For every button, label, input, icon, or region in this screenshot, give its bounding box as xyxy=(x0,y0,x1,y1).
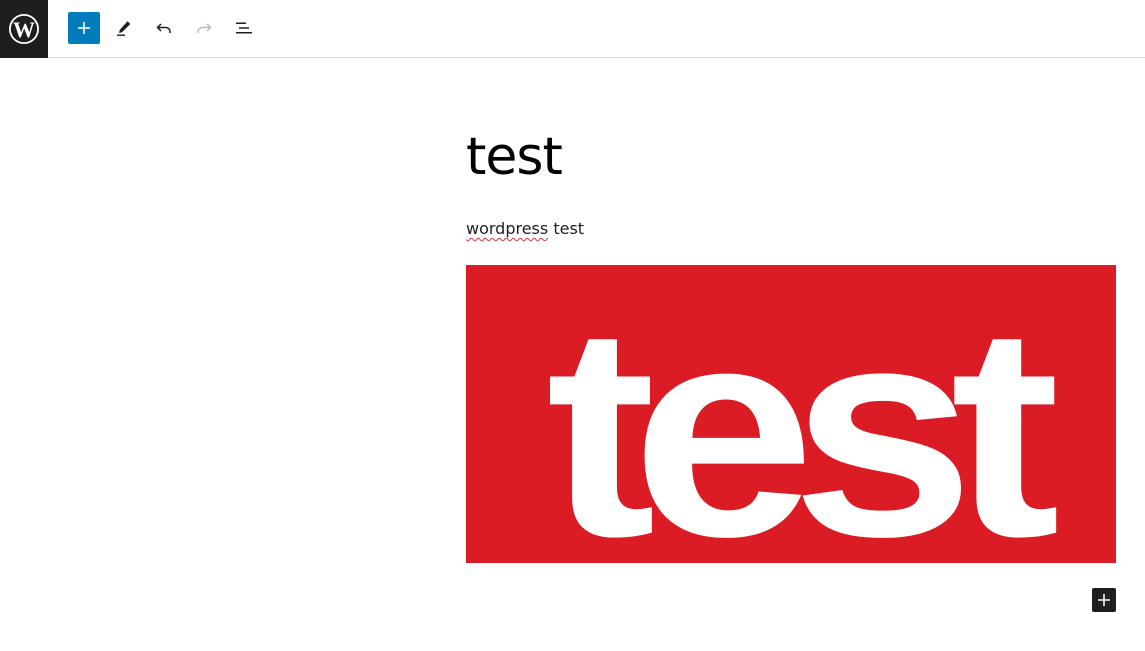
pencil-icon xyxy=(117,21,131,36)
list-view-icon xyxy=(236,22,252,34)
image-block[interactable]: test xyxy=(466,265,1116,563)
misspelled-word: wordpress xyxy=(466,219,549,238)
editor-canvas: test wordpress test test xyxy=(0,59,1145,651)
tools-button[interactable] xyxy=(108,12,140,44)
paragraph-text: test xyxy=(548,219,585,238)
test-logo-image: test xyxy=(546,265,1081,563)
wordpress-icon: W xyxy=(9,14,39,44)
undo-icon xyxy=(156,23,171,33)
block-appender-button[interactable] xyxy=(1092,588,1116,612)
plus-icon xyxy=(1098,594,1110,606)
add-block-button[interactable] xyxy=(68,12,100,44)
document-overview-button[interactable] xyxy=(228,12,260,44)
wordpress-logo-button[interactable]: W xyxy=(0,0,48,58)
editor-header: W xyxy=(0,0,1145,58)
svg-text:W: W xyxy=(13,17,35,42)
image-text: test xyxy=(546,265,1059,563)
redo-button[interactable] xyxy=(188,12,220,44)
redo-icon xyxy=(197,23,212,33)
undo-button[interactable] xyxy=(148,12,180,44)
post-title[interactable]: test xyxy=(466,131,563,183)
plus-icon xyxy=(78,22,90,34)
paragraph-block[interactable]: wordpress test xyxy=(466,218,584,240)
